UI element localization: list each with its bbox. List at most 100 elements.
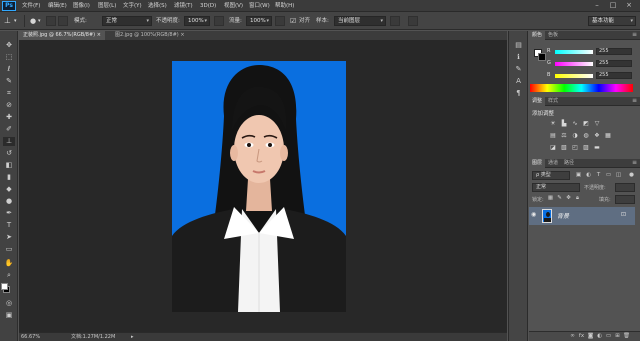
- filter-adjustment-icon[interactable]: ◐: [585, 172, 592, 179]
- marquee-tool-icon[interactable]: ⬚: [3, 53, 15, 62]
- close-tab-icon[interactable]: ×: [97, 32, 101, 38]
- lock-image-icon[interactable]: ✎: [556, 195, 563, 202]
- clone-stamp-preset-icon[interactable]: ⊥: [4, 15, 11, 27]
- quick-select-tool-icon[interactable]: ✎: [3, 77, 15, 86]
- threshold-icon[interactable]: ◰: [571, 144, 579, 151]
- chevron-down-icon[interactable]: ▾: [14, 15, 17, 27]
- properties-panel-icon[interactable]: ℹ: [513, 53, 524, 62]
- lock-transparent-icon[interactable]: ▦: [547, 195, 554, 202]
- move-tool-icon[interactable]: ✥: [3, 41, 15, 50]
- menu-window[interactable]: 窗口(W): [249, 2, 270, 11]
- eyedropper-tool-icon[interactable]: ⊘: [3, 101, 15, 110]
- blend-mode-select[interactable]: 正常: [532, 183, 580, 192]
- portrait-photo[interactable]: [172, 61, 346, 312]
- close-icon[interactable]: ×: [622, 1, 636, 10]
- tab-paths[interactable]: 路径: [561, 159, 577, 168]
- add-mask-icon[interactable]: ◙: [587, 333, 594, 340]
- mode-select[interactable]: 正常 ▾: [102, 16, 152, 26]
- ignore-adjustment-layers-icon[interactable]: [390, 16, 400, 26]
- panel-menu-icon[interactable]: ≡: [632, 31, 637, 39]
- vibrance-icon[interactable]: ▽: [593, 120, 601, 127]
- foreground-color-swatch[interactable]: [1, 283, 8, 290]
- layer-row[interactable]: ◉ 背景 ⊡: [529, 207, 635, 225]
- aligned-checkbox[interactable]: ☑: [290, 15, 296, 27]
- healing-brush-tool-icon[interactable]: ✚: [3, 113, 15, 122]
- menu-filter[interactable]: 滤镜(T): [174, 2, 193, 11]
- tab-adjustments[interactable]: 调整: [529, 97, 546, 106]
- type-tool-icon[interactable]: T: [3, 221, 15, 230]
- levels-icon[interactable]: ▙: [560, 120, 568, 127]
- pressure-opacity-icon[interactable]: [214, 16, 224, 26]
- workspace-select[interactable]: 基本功能 ▾: [588, 16, 636, 26]
- brush-tool-icon[interactable]: ✐: [3, 125, 15, 134]
- menu-layer[interactable]: 图层(L): [98, 2, 116, 11]
- close-tab-icon[interactable]: ×: [180, 32, 184, 38]
- zoom-tool-icon[interactable]: ⌕: [3, 271, 15, 280]
- airbrush-icon[interactable]: [275, 16, 285, 26]
- menu-edit[interactable]: 编辑(E): [48, 2, 67, 11]
- crop-tool-icon[interactable]: ⌗: [3, 89, 15, 98]
- exposure-icon[interactable]: ◩: [582, 120, 590, 127]
- history-brush-tool-icon[interactable]: ↺: [3, 149, 15, 158]
- green-value[interactable]: 255: [596, 60, 632, 67]
- background-swatch[interactable]: [538, 53, 546, 61]
- history-panel-icon[interactable]: ▤: [513, 41, 524, 50]
- path-select-tool-icon[interactable]: ➤: [3, 233, 15, 242]
- character-panel-icon[interactable]: A: [513, 77, 524, 86]
- screen-mode-icon[interactable]: ▣: [3, 311, 15, 320]
- minimize-icon[interactable]: –: [590, 1, 604, 10]
- hue-saturation-icon[interactable]: ▤: [549, 132, 557, 139]
- tab-document-active[interactable]: 正装照.jpg @ 66.7%(RGB/8#) ×: [19, 31, 105, 40]
- black-white-icon[interactable]: ◑: [571, 132, 579, 139]
- blue-slider[interactable]: [555, 74, 593, 78]
- brush-panel-icon[interactable]: ✎: [513, 65, 524, 74]
- filter-toggle-icon[interactable]: ●: [628, 172, 635, 179]
- new-layer-icon[interactable]: ⊞: [614, 333, 621, 340]
- shape-tool-icon[interactable]: ▭: [3, 245, 15, 254]
- hand-tool-icon[interactable]: ✋: [3, 259, 15, 268]
- dodge-tool-icon[interactable]: ●: [3, 197, 15, 206]
- color-lookup-icon[interactable]: ▦: [604, 132, 612, 139]
- menu-file[interactable]: 文件(F): [22, 2, 40, 11]
- green-slider[interactable]: [555, 62, 593, 66]
- link-layers-icon[interactable]: ∞: [569, 333, 576, 340]
- lock-position-icon[interactable]: ✥: [565, 195, 572, 202]
- tab-color[interactable]: 颜色: [529, 31, 546, 40]
- brightness-contrast-icon[interactable]: ☀: [549, 120, 557, 127]
- menu-select[interactable]: 选择(S): [148, 2, 167, 11]
- tab-styles[interactable]: 样式: [545, 97, 561, 106]
- chevron-down-icon[interactable]: ▾: [38, 15, 41, 27]
- layer-opacity-input[interactable]: [615, 183, 635, 192]
- new-group-icon[interactable]: ▭: [605, 333, 612, 340]
- panel-menu-icon[interactable]: ≡: [632, 97, 637, 105]
- maximize-icon[interactable]: □: [606, 1, 620, 10]
- blur-tool-icon[interactable]: ◆: [3, 185, 15, 194]
- clone-source-icon[interactable]: [58, 16, 68, 26]
- tab-document-2[interactable]: 图2.jpg @ 100%(RGB/8#) ×: [111, 31, 189, 40]
- eraser-tool-icon[interactable]: ◧: [3, 161, 15, 170]
- gradient-tool-icon[interactable]: ▮: [3, 173, 15, 182]
- visibility-eye-icon[interactable]: ◉: [531, 211, 536, 218]
- trash-icon[interactable]: 🗑︎: [623, 333, 630, 340]
- sample-select[interactable]: 当前图层 ▾: [334, 16, 386, 26]
- menu-help[interactable]: 帮助(H): [275, 2, 294, 11]
- color-balance-icon[interactable]: ⚖: [560, 132, 568, 139]
- photo-filter-icon[interactable]: ◍: [582, 132, 590, 139]
- menu-image[interactable]: 图像(I): [73, 2, 90, 11]
- clone-stamp-tool-icon[interactable]: ⊥: [3, 137, 15, 146]
- paragraph-panel-icon[interactable]: ¶: [513, 89, 524, 98]
- tab-layers[interactable]: 图层: [529, 159, 546, 168]
- lasso-tool-icon[interactable]: ℓ: [3, 65, 15, 74]
- filter-smart-object-icon[interactable]: ◫: [615, 172, 622, 179]
- curves-icon[interactable]: ∿: [571, 120, 579, 127]
- new-adjustment-icon[interactable]: ◐: [596, 333, 603, 340]
- gradient-map-icon[interactable]: ▬: [593, 144, 601, 151]
- pen-tool-icon[interactable]: ✒: [3, 209, 15, 218]
- invert-icon[interactable]: ◪: [549, 144, 557, 151]
- brush-panel-icon[interactable]: [46, 16, 56, 26]
- filter-shape-icon[interactable]: ▭: [605, 172, 612, 179]
- menu-view[interactable]: 视图(V): [224, 2, 243, 11]
- layer-style-icon[interactable]: fx: [578, 333, 585, 340]
- lock-all-icon[interactable]: 🔒︎: [574, 195, 581, 202]
- menu-type[interactable]: 文字(Y): [123, 2, 142, 11]
